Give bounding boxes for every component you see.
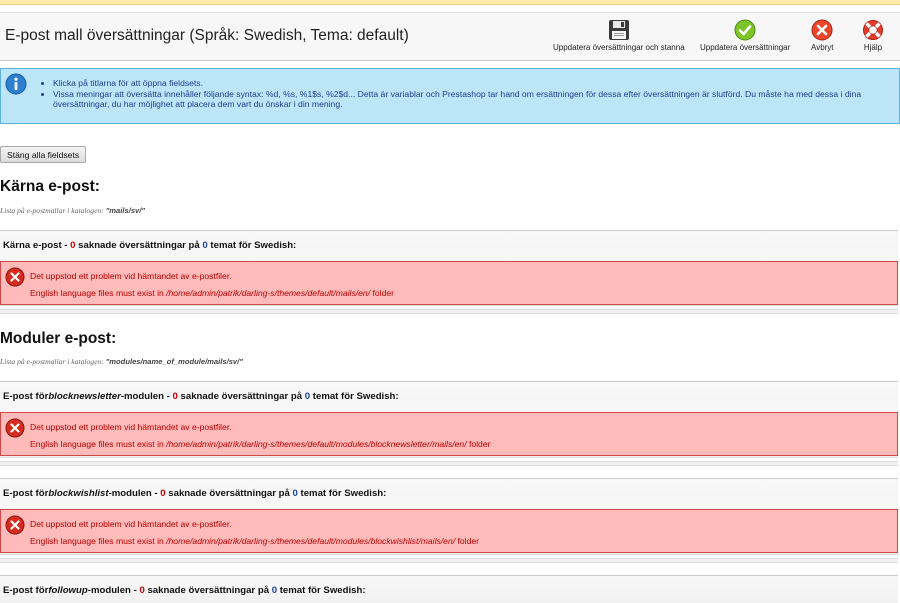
desc-prefix: Lista på e-postmallar i katalogen: xyxy=(0,206,106,215)
error-detail: English language files must exist in /ho… xyxy=(30,439,490,449)
cancel-label: Avbryt xyxy=(811,43,834,52)
modules-section-description: Lista på e-postmallar i katalogen: "modu… xyxy=(0,357,243,366)
top-stripe xyxy=(0,0,900,5)
error-path: /home/admin/patrik/darling-s/themes/defa… xyxy=(166,536,456,546)
error-prefix: English language files must exist in xyxy=(30,439,167,449)
error-suffix: folder xyxy=(466,439,491,449)
divider xyxy=(0,309,898,314)
error-path: /home/admin/patrik/darling-s/themes/defa… xyxy=(166,439,467,449)
error-prefix: English language files must exist in xyxy=(30,536,167,546)
error-suffix: folder xyxy=(370,288,394,298)
error-title: Det uppstod ett problem vid hämtandet av… xyxy=(30,271,232,281)
toolbar: E-post mall översättningar (Språk: Swedi… xyxy=(0,12,900,61)
save-and-stay-button[interactable]: Uppdatera översättningar och stanna xyxy=(553,19,685,52)
fs-prefix: Kärna e-post - xyxy=(3,240,71,251)
fs-prefix: E-post för xyxy=(3,391,49,402)
error-box: Det uppstod ett problem vid hämtandet av… xyxy=(0,412,898,456)
checkmark-icon xyxy=(734,19,756,41)
fs-module-suffix: -modulen - xyxy=(108,488,161,499)
fs-suffix: temat för Swedish: xyxy=(310,391,399,402)
module-name: followup xyxy=(48,585,88,596)
error-prefix: English language files must exist in xyxy=(30,288,167,298)
module-fieldset-header[interactable]: E-post förblocknewsletter-modulen - 0 sa… xyxy=(3,391,399,402)
module-fieldset-blocknewsletter: E-post förblocknewsletter-modulen - 0 sa… xyxy=(0,381,898,458)
info-list: Klicka på titlarna för att öppna fieldse… xyxy=(39,78,893,110)
module-name: blockwishlist xyxy=(48,488,109,499)
fs-module-suffix: -modulen - xyxy=(87,585,140,596)
info-box: Klicka på titlarna för att öppna fieldse… xyxy=(0,68,900,124)
error-detail: English language files must exist in /ho… xyxy=(30,536,479,546)
cancel-x-icon xyxy=(811,19,833,41)
error-x-icon xyxy=(5,418,25,438)
modules-section-title: Moduler e-post: xyxy=(0,330,117,347)
fs-prefix: E-post för xyxy=(3,488,49,499)
core-fieldset: Kärna e-post - 0 saknade översättningar … xyxy=(0,230,898,306)
fs-prefix: E-post för xyxy=(3,585,49,596)
info-item: Klicka på titlarna för att öppna fieldse… xyxy=(53,78,893,89)
module-fieldset-followup: E-post förfollowup-modulen - 0 saknade ö… xyxy=(0,575,898,603)
module-fieldset-header[interactable]: E-post förblockwishlist-modulen - 0 sakn… xyxy=(3,488,386,499)
save-and-stay-label: Uppdatera översättningar och stanna xyxy=(553,43,685,52)
error-x-icon xyxy=(5,515,25,535)
error-suffix: folder xyxy=(455,536,480,546)
fs-suffix: temat för Swedish: xyxy=(207,240,297,251)
help-button[interactable]: Hjälp xyxy=(862,19,884,52)
floppy-disk-icon xyxy=(608,20,629,40)
module-fieldset-blockwishlist: E-post förblockwishlist-modulen - 0 sakn… xyxy=(0,478,898,555)
core-section-title: Kärna e-post: xyxy=(0,178,100,195)
error-box: Det uppstod ett problem vid hämtandet av… xyxy=(0,261,898,305)
save-button[interactable]: Uppdatera översättningar xyxy=(700,19,790,52)
cancel-button[interactable]: Avbryt xyxy=(811,19,834,52)
desc-path: "mails/sv/" xyxy=(105,206,145,215)
fs-module-suffix: -modulen - xyxy=(120,391,173,402)
error-detail: English language files must exist in /ho… xyxy=(30,288,394,298)
fs-middle: saknade översättningar på xyxy=(75,240,203,251)
error-path: /home/admin/patrik/darling-s/themes/defa… xyxy=(166,288,371,298)
info-item: Vissa meningar att översätta innehåller … xyxy=(53,89,893,110)
divider xyxy=(0,461,898,466)
fs-middle: saknade översättningar på xyxy=(165,488,293,499)
lifebuoy-icon xyxy=(863,20,883,40)
desc-prefix: Lista på e-postmallar i katalogen: xyxy=(0,357,106,366)
help-label: Hjälp xyxy=(863,43,883,52)
divider xyxy=(0,558,898,563)
fs-middle: saknade översättningar på xyxy=(177,391,305,402)
error-title: Det uppstod ett problem vid hämtandet av… xyxy=(30,422,232,432)
error-x-icon xyxy=(5,267,25,287)
fs-middle: saknade översättningar på xyxy=(144,585,272,596)
save-label: Uppdatera översättningar xyxy=(700,43,791,52)
close-all-fieldsets-button[interactable]: Stäng alla fieldsets xyxy=(0,146,87,163)
info-icon xyxy=(5,73,27,95)
page-title: E-post mall översättningar (Språk: Swedi… xyxy=(5,27,409,44)
module-name: blocknewsletter xyxy=(48,391,121,402)
error-title: Det uppstod ett problem vid hämtandet av… xyxy=(30,519,232,529)
core-fieldset-header[interactable]: Kärna e-post - 0 saknade översättningar … xyxy=(3,240,296,251)
fs-suffix: temat för Swedish: xyxy=(297,488,387,499)
fs-suffix: temat för Swedish: xyxy=(277,585,366,596)
module-fieldset-header[interactable]: E-post förfollowup-modulen - 0 saknade ö… xyxy=(3,585,366,596)
desc-path: "modules/name_of_module/mails/sv/" xyxy=(105,357,243,366)
error-box: Det uppstod ett problem vid hämtandet av… xyxy=(0,509,898,553)
core-section-description: Lista på e-postmallar i katalogen: "mail… xyxy=(0,206,145,215)
